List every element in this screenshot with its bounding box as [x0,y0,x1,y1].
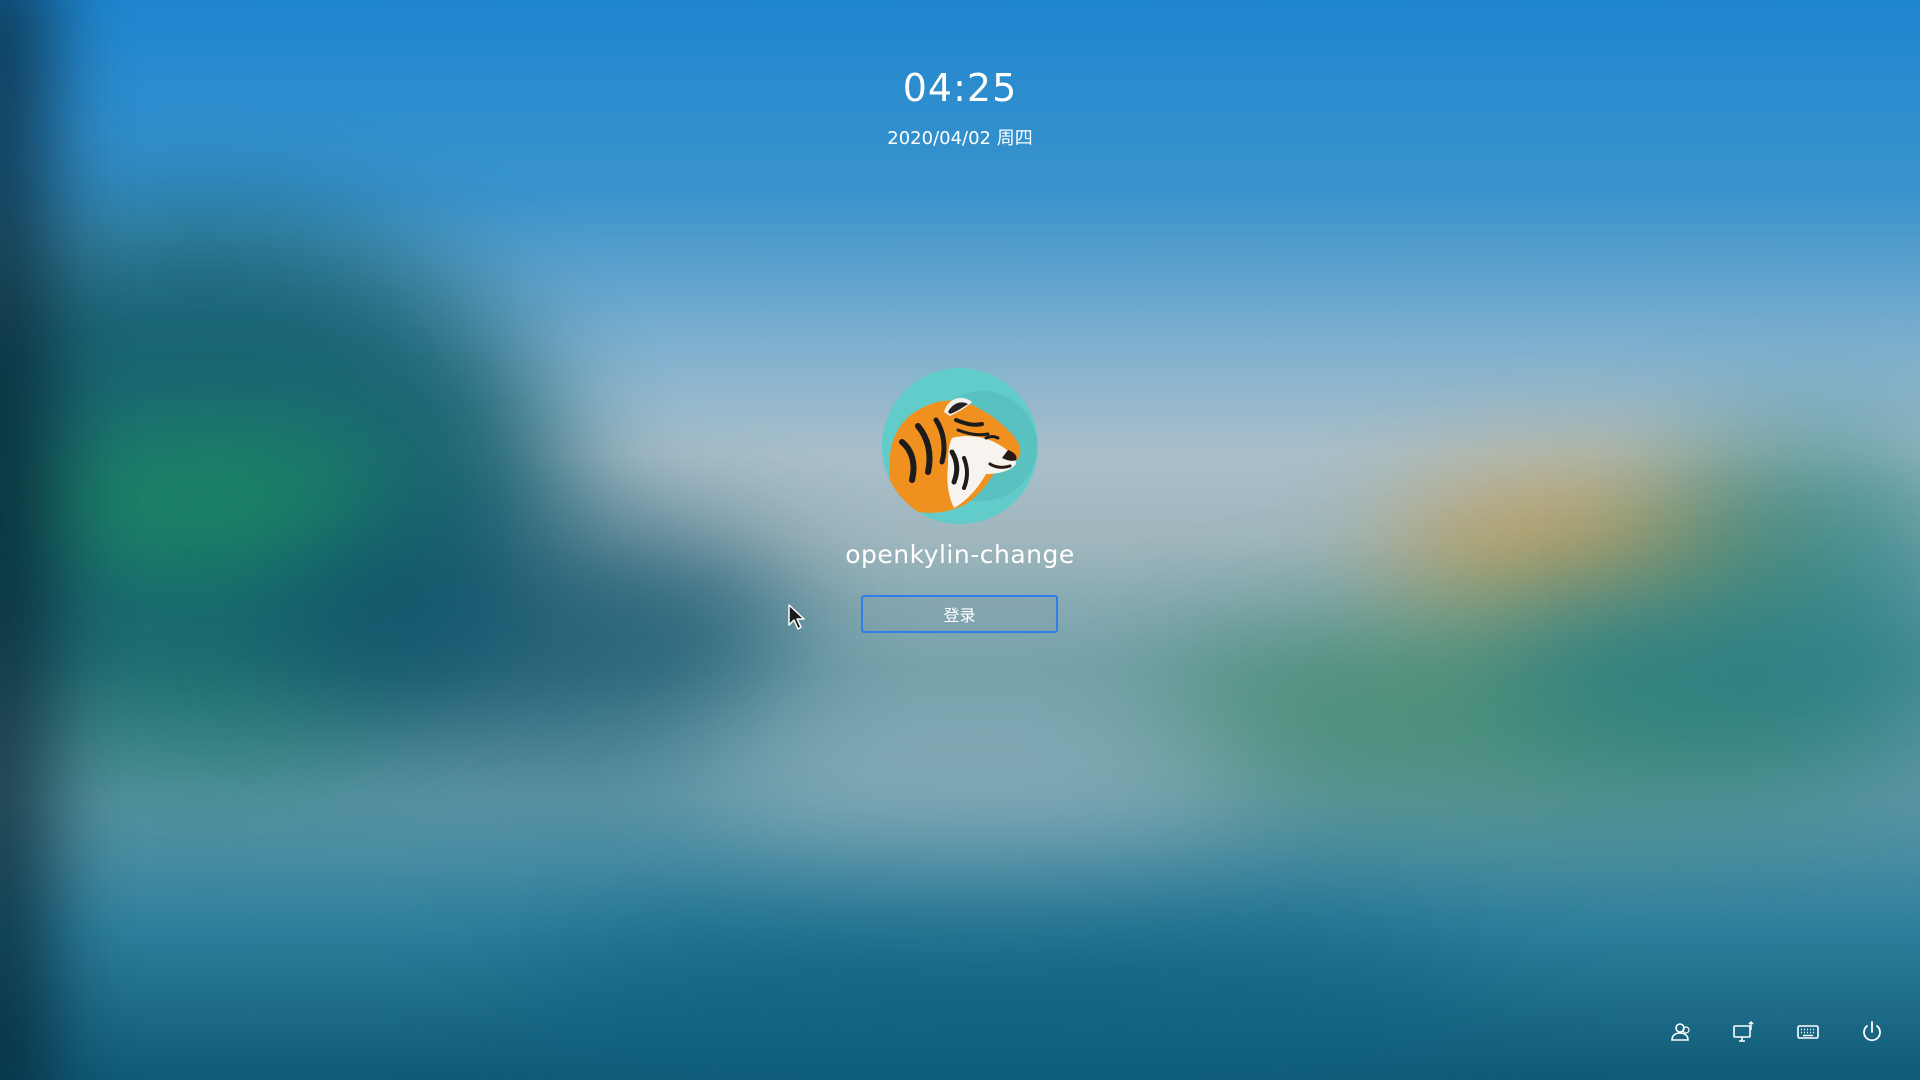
keyboard-icon[interactable] [1794,1018,1822,1046]
tiger-avatar-icon [882,368,1038,524]
power-icon[interactable] [1858,1018,1886,1046]
power-icon [1863,1021,1881,1042]
background-blur [700,700,1260,860]
clock-date: 2020/04/02 周四 [887,128,1033,149]
tiger-avatar-icon[interactable] [882,368,1038,524]
switch-user-icon[interactable] [1666,1018,1694,1046]
network-icon[interactable] [1730,1018,1758,1046]
keyboard-icon [1797,1025,1819,1039]
switch-user-icon [1671,1023,1690,1041]
login-button[interactable]: 登录 [861,595,1058,633]
clock-time: 04:25 [902,66,1018,110]
network-icon [1733,1021,1754,1042]
login-button-label: 登录 [943,606,976,625]
background-blur [500,900,1500,1080]
login-screen: 04:25 2020/04/02 周四 openkylin-change 登录 [0,0,1920,1080]
username: openkylin-change [845,540,1075,569]
mouse-cursor-icon [788,604,805,630]
